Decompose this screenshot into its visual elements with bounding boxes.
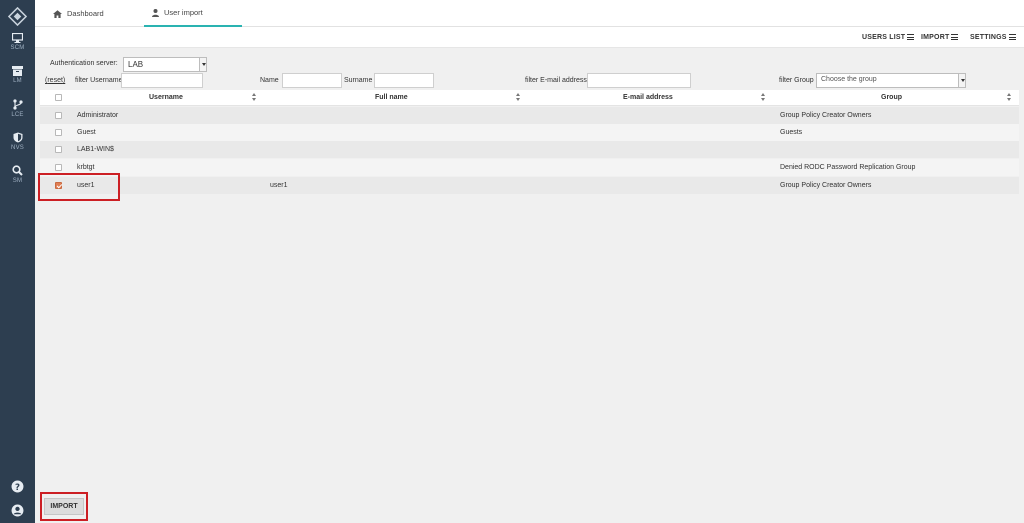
sort-icon[interactable] — [1007, 93, 1012, 102]
settings-menu[interactable]: SETTINGS — [970, 33, 1016, 41]
filter-email-label: filter E-mail address — [525, 77, 587, 84]
sort-icon[interactable] — [761, 93, 766, 102]
sidebar-item-label: NVS — [11, 145, 24, 151]
logo-icon[interactable] — [8, 7, 27, 26]
filter-group-select[interactable]: Choose the group — [816, 73, 966, 88]
sort-icon[interactable] — [252, 93, 257, 102]
svg-text:?: ? — [15, 483, 20, 493]
cell-group: Denied RODC Password Replication Group — [780, 164, 916, 171]
filter-email-input[interactable] — [587, 73, 691, 88]
cell-username: Guest — [77, 129, 96, 136]
select-all-checkbox[interactable] — [55, 94, 62, 101]
users-list-label: USERS LIST — [862, 33, 906, 41]
tab-label: Dashboard — [67, 9, 104, 18]
menu-icon — [1008, 33, 1016, 41]
filter-surname-input[interactable] — [374, 73, 434, 88]
menu-icon — [907, 33, 915, 41]
import-menu[interactable]: IMPORT — [921, 33, 959, 41]
cell-fullname: user1 — [270, 182, 288, 189]
user-icon — [152, 8, 159, 17]
main-content: Authentication server: LAB (reset) filte… — [35, 48, 1024, 523]
table-row[interactable]: LAB1-WIN$ — [40, 141, 1019, 158]
top-tab-bar: Dashboard User import — [35, 0, 1024, 27]
archive-icon — [12, 66, 23, 76]
chevron-down-icon — [958, 74, 965, 87]
column-fullname: Full name — [375, 94, 408, 101]
sidebar-item-lm[interactable]: LM — [0, 66, 35, 96]
column-group: Group — [881, 94, 902, 101]
branch-icon — [12, 99, 23, 110]
row-checkbox[interactable] — [55, 164, 62, 171]
filter-group-placeholder: Choose the group — [821, 76, 877, 83]
sidebar-item-label: LM — [13, 78, 22, 84]
column-email: E-mail address — [623, 94, 673, 101]
import-menu-label: IMPORT — [921, 33, 950, 41]
sidebar: SCM LM LCE NVS SM ? — [0, 0, 35, 523]
table-row[interactable]: Administrator Group Policy Creator Owner… — [40, 107, 1019, 124]
user-circle-icon[interactable] — [11, 504, 24, 517]
toolbar: USERS LIST IMPORT SETTINGS — [35, 27, 1024, 48]
selected-row-highlight — [38, 173, 120, 201]
cell-group: Guests — [780, 129, 803, 136]
auth-server-value: LAB — [128, 60, 144, 69]
filter-group-label: filter Group — [779, 77, 814, 84]
home-icon — [53, 9, 62, 18]
auth-server-label: Authentication server: — [50, 60, 118, 67]
sidebar-item-lce[interactable]: LCE — [0, 99, 35, 129]
table-header: Username Full name E-mail address Group — [40, 90, 1019, 106]
cell-username: LAB1-WIN$ — [77, 146, 114, 153]
auth-server-select[interactable]: LAB — [123, 57, 207, 72]
tab-dashboard[interactable]: Dashboard — [45, 0, 112, 27]
name-label: Name — [260, 77, 279, 84]
search-icon — [12, 165, 23, 176]
surname-label: Surname — [344, 77, 373, 84]
settings-label: SETTINGS — [970, 33, 1007, 41]
column-username: Username — [149, 94, 183, 101]
filter-username-label: filter Username — [75, 77, 123, 84]
row-checkbox[interactable] — [55, 129, 62, 136]
sidebar-item-scm[interactable]: SCM — [0, 33, 35, 63]
filter-username-input[interactable] — [121, 73, 203, 88]
cell-group: Group Policy Creator Owners — [780, 182, 872, 189]
reset-link[interactable]: (reset) — [45, 77, 65, 84]
users-list-menu[interactable]: USERS LIST — [862, 33, 915, 41]
sidebar-item-label: SM — [12, 178, 23, 184]
row-checkbox[interactable] — [55, 146, 62, 153]
sidebar-item-nvs[interactable]: NVS — [0, 132, 35, 162]
sidebar-item-sm[interactable]: SM — [0, 165, 35, 195]
cell-group: Group Policy Creator Owners — [780, 112, 872, 119]
table-row[interactable]: Guest Guests — [40, 124, 1019, 141]
menu-icon — [951, 33, 959, 41]
row-checkbox[interactable] — [55, 112, 62, 119]
monitor-icon — [12, 33, 23, 43]
tab-user-import[interactable]: User import — [144, 0, 242, 27]
reset-label: reset — [47, 77, 63, 84]
cell-username: Administrator — [77, 112, 119, 119]
table-row[interactable]: user1 user1 Group Policy Creator Owners — [40, 177, 1019, 194]
chevron-down-icon — [199, 58, 206, 71]
sidebar-item-label: SCM — [10, 45, 25, 51]
sidebar-item-label: LCE — [11, 112, 24, 118]
table-row[interactable]: krbtgt Denied RODC Password Replication … — [40, 159, 1019, 176]
sort-icon[interactable] — [516, 93, 521, 102]
help-icon[interactable]: ? — [11, 480, 24, 493]
import-button-highlight — [40, 492, 88, 521]
cell-username: krbtgt — [77, 164, 95, 171]
shield-icon — [13, 132, 22, 143]
filter-name-input[interactable] — [282, 73, 342, 88]
tab-label: User import — [164, 8, 203, 17]
